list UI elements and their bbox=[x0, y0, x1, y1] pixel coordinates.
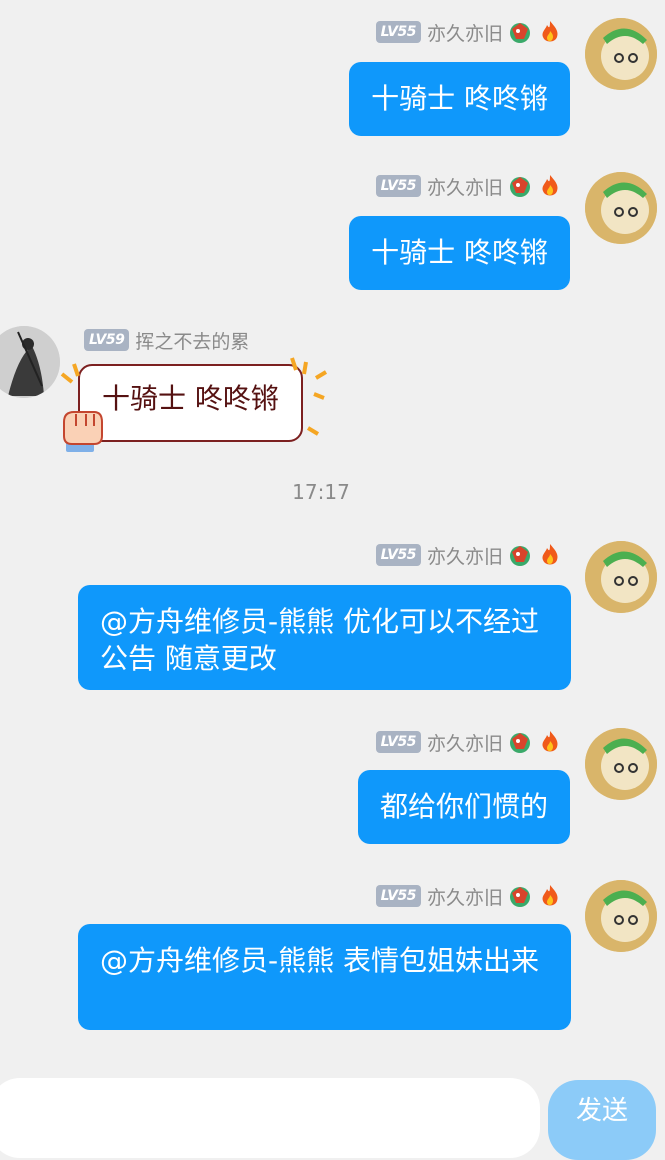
sender-name[interactable]: 亦久亦旧 bbox=[427, 173, 503, 200]
avatar[interactable] bbox=[585, 541, 657, 613]
level-badge: LV55 bbox=[375, 21, 421, 43]
input-bar: 发送 bbox=[0, 1062, 665, 1160]
timestamp: 17:17 bbox=[292, 480, 350, 504]
chat-area[interactable]: LV55 亦久亦旧 十骑士 咚咚锵 LV55 亦久亦旧 十骑士 咚咚锵 LV59… bbox=[0, 0, 665, 1062]
message-bubble[interactable]: @方舟维修员-熊熊 优化可以不经过公告 随意更改 bbox=[78, 585, 571, 690]
message-input[interactable] bbox=[0, 1078, 540, 1158]
avatar[interactable] bbox=[585, 172, 657, 244]
message-bubble[interactable]: 都给你们惯的 bbox=[357, 770, 570, 844]
message-bubble[interactable]: 十骑士 咚咚锵 bbox=[349, 216, 570, 290]
sender-meta: LV59 挥之不去的累 bbox=[84, 327, 249, 354]
dragon-badge-icon bbox=[510, 546, 530, 566]
avatar[interactable] bbox=[585, 880, 657, 952]
dragon-badge-icon bbox=[510, 23, 530, 43]
fire-badge-icon bbox=[542, 731, 558, 752]
message-bubble[interactable]: 十骑士 咚咚锵 bbox=[349, 62, 570, 136]
sender-meta: LV55 亦久亦旧 bbox=[375, 542, 563, 569]
sender-meta: LV55 亦久亦旧 bbox=[375, 19, 563, 46]
sender-name[interactable]: 亦久亦旧 bbox=[427, 729, 503, 756]
sender-name[interactable]: 亦久亦旧 bbox=[427, 19, 503, 46]
sender-name[interactable]: 亦久亦旧 bbox=[427, 542, 503, 569]
fire-badge-icon bbox=[542, 175, 558, 196]
fire-badge-icon bbox=[542, 885, 558, 906]
level-badge: LV55 bbox=[375, 731, 421, 753]
level-badge: LV59 bbox=[84, 329, 130, 351]
dragon-badge-icon bbox=[510, 733, 530, 753]
avatar[interactable] bbox=[0, 326, 60, 398]
avatar[interactable] bbox=[585, 728, 657, 800]
sender-meta: LV55 亦久亦旧 bbox=[375, 729, 563, 756]
send-button[interactable]: 发送 bbox=[548, 1080, 656, 1160]
sender-name[interactable]: 亦久亦旧 bbox=[427, 883, 503, 910]
avatar[interactable] bbox=[585, 18, 657, 90]
fire-badge-icon bbox=[542, 544, 558, 565]
sender-name[interactable]: 挥之不去的累 bbox=[135, 327, 249, 354]
level-badge: LV55 bbox=[375, 885, 421, 907]
sender-meta: LV55 亦久亦旧 bbox=[375, 173, 563, 200]
level-badge: LV55 bbox=[375, 544, 421, 566]
level-badge: LV55 bbox=[375, 175, 421, 197]
fist-emoji-icon bbox=[63, 411, 103, 452]
dragon-badge-icon bbox=[510, 177, 530, 197]
dragon-badge-icon bbox=[510, 887, 530, 907]
sender-meta: LV55 亦久亦旧 bbox=[375, 883, 563, 910]
fire-badge-icon bbox=[542, 21, 558, 42]
message-bubble[interactable]: @方舟维修员-熊熊 表情包姐妹出来 bbox=[78, 924, 571, 1030]
